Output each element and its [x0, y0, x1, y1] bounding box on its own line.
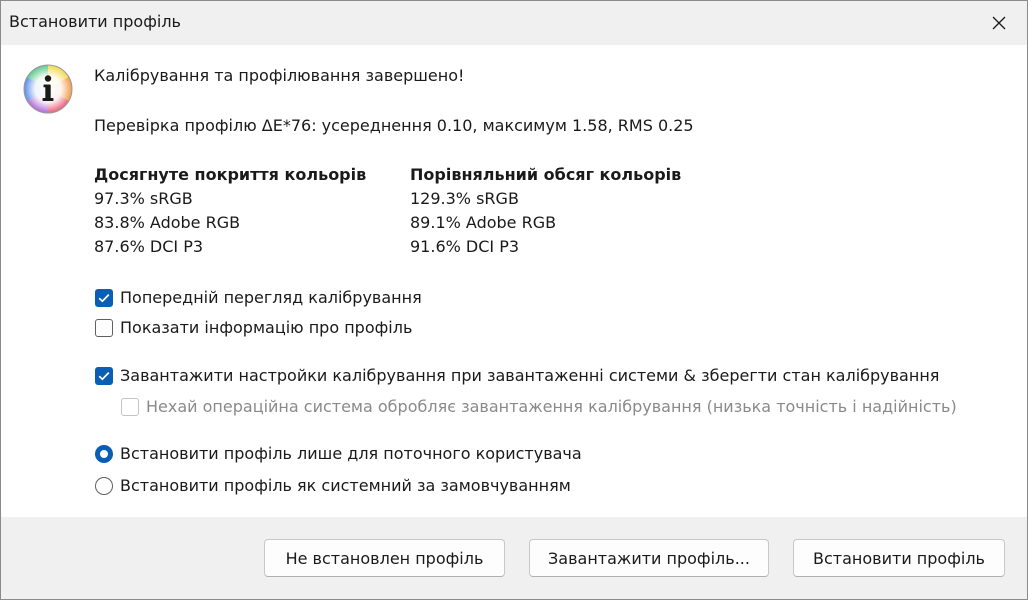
window-title: Встановити профіль — [9, 12, 181, 31]
title-bar: Встановити профіль — [1, 1, 1027, 45]
preview-calibration-label: Попередній перегляд калібрування — [120, 288, 422, 307]
button-bar: Не встановлен профіль Завантажити профіл… — [1, 517, 1027, 599]
close-button[interactable] — [983, 7, 1015, 39]
preview-calibration-checkbox[interactable]: Попередній перегляд калібрування — [95, 288, 422, 307]
color-volume-header: Порівняльний обсяг кольорів — [410, 165, 682, 184]
install-for-current-user-label: Встановити профіль лише для поточного ко… — [120, 444, 582, 463]
install-as-system-default-label: Встановити профіль як системний за замов… — [120, 476, 571, 495]
profile-verification-summary: Перевірка профілю ΔE*76: усереднення 0.1… — [94, 116, 694, 135]
install-as-system-default-radio[interactable]: Встановити профіль як системний за замов… — [95, 476, 571, 495]
checkbox-checked-icon — [95, 288, 113, 307]
achieved-coverage-srgb: 97.3% sRGB — [94, 189, 193, 208]
show-profile-info-label: Показати інформацію про профіль — [120, 318, 413, 337]
show-profile-info-checkbox[interactable]: Показати інформацію про профіль — [95, 318, 412, 337]
save-profile-button[interactable]: Завантажити профіль... — [529, 539, 769, 577]
color-volume-dci-p3: 91.6% DCI P3 — [410, 237, 520, 256]
radio-selected-icon — [95, 444, 113, 463]
load-calibration-label: Завантажити настройки калібрування при з… — [120, 366, 940, 385]
completion-message: Калібрування та профілювання завершено! — [94, 66, 465, 85]
no-profile-button[interactable]: Не встановлен профіль — [264, 539, 505, 577]
load-calibration-on-startup-checkbox[interactable]: Завантажити настройки калібрування при з… — [95, 366, 939, 385]
radio-unselected-icon — [95, 476, 113, 495]
checkbox-disabled-icon — [121, 397, 139, 416]
dialog-content: Калібрування та профілювання завершено! … — [1, 45, 1027, 517]
color-volume-srgb: 129.3% sRGB — [410, 189, 519, 208]
os-handles-calibration-checkbox: Нехай операційна система обробляє завант… — [121, 397, 957, 416]
checkbox-checked-icon — [95, 366, 113, 385]
install-profile-button[interactable]: Встановити профіль — [793, 539, 1005, 577]
achieved-coverage-header: Досягнуте покриття кольорів — [94, 165, 367, 184]
achieved-coverage-dci-p3: 87.6% DCI P3 — [94, 237, 204, 256]
install-profile-dialog: Встановити профіль Калібрування та профі… — [0, 0, 1028, 600]
info-icon — [23, 64, 73, 114]
checkbox-unchecked-icon — [95, 318, 113, 337]
close-icon — [992, 16, 1006, 30]
color-volume-adobe-rgb: 89.1% Adobe RGB — [410, 213, 557, 232]
os-handles-calibration-label: Нехай операційна система обробляє завант… — [146, 397, 957, 416]
achieved-coverage-adobe-rgb: 83.8% Adobe RGB — [94, 213, 241, 232]
install-for-current-user-radio[interactable]: Встановити профіль лише для поточного ко… — [95, 444, 582, 463]
